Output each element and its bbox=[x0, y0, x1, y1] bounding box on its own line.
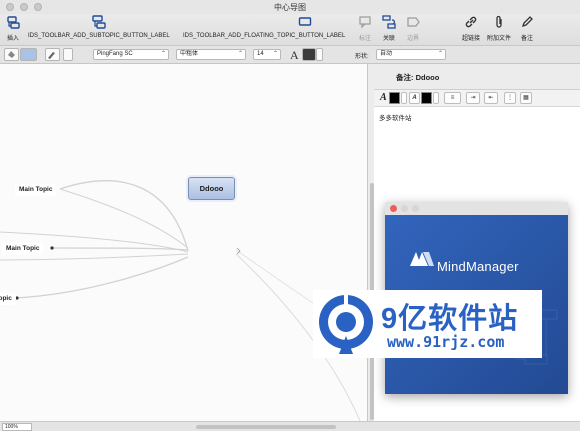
attachment-button[interactable]: 附加文件 bbox=[487, 15, 511, 42]
insert-icon bbox=[7, 16, 20, 29]
font-family-select[interactable]: PingFang SC ⌃ bbox=[93, 49, 169, 60]
notes-title: 备注: Ddooo bbox=[396, 73, 440, 82]
format-bar: PingFang SC ⌃ 中粗体 ⌃ 14 ⌃ A 形状: 自动 ⌃ bbox=[0, 46, 580, 64]
splash-minimize-button[interactable] bbox=[401, 205, 408, 212]
notes-content[interactable]: 多多软件站 bbox=[379, 112, 412, 122]
hyperlink-button[interactable]: 超链接 bbox=[462, 15, 480, 42]
add-floating-topic-button[interactable]: IDS_TOOLBAR_ADD_FLOATING_TOPIC_BUTTON_LA… bbox=[183, 15, 345, 39]
connector-lines bbox=[0, 180, 367, 421]
font-size-value: 14 bbox=[257, 51, 264, 57]
chevron-down-icon: ⌃ bbox=[437, 51, 443, 57]
status-bar: 100% bbox=[0, 421, 580, 431]
zoom-value: 100% bbox=[5, 424, 18, 430]
table-icon[interactable]: ▦ bbox=[520, 92, 532, 104]
notes-button[interactable]: 备注 bbox=[520, 15, 534, 42]
chevron-down-icon: ⌃ bbox=[237, 51, 243, 57]
add-subtopic-label: IDS_TOOLBAR_ADD_SUBTOPIC_BUTTON_LABEL bbox=[28, 33, 170, 39]
relationship-icon bbox=[382, 15, 396, 29]
highlight-icon[interactable]: A bbox=[409, 92, 420, 104]
notes-format-toolbar: A A ≡ ⇥ ⇤ ⋮ ▦ bbox=[374, 90, 580, 107]
add-subtopic-icon bbox=[92, 15, 106, 29]
font-family-value: PingFang SC bbox=[97, 51, 133, 57]
outdent-icon[interactable]: ⇤ bbox=[484, 92, 498, 104]
relationship-button[interactable]: 关联 bbox=[382, 15, 396, 42]
link-icon bbox=[465, 16, 477, 28]
floating-topic-icon bbox=[298, 17, 312, 26]
line-color-button[interactable] bbox=[45, 48, 60, 61]
shape-label: 形状: bbox=[355, 54, 369, 60]
indent-icon[interactable]: ⇥ bbox=[466, 92, 480, 104]
boundary-button[interactable]: 边界 bbox=[406, 15, 420, 42]
hyperlink-label: 超链接 bbox=[462, 36, 481, 42]
horizontal-scroll-thumb[interactable] bbox=[196, 425, 336, 429]
topic-3[interactable]: Topic bbox=[0, 293, 16, 305]
bullet-list-icon[interactable]: ⋮ bbox=[504, 92, 516, 104]
zoom-select[interactable]: 100% bbox=[2, 423, 32, 431]
boundary-icon bbox=[407, 17, 420, 27]
text-color-icon[interactable]: A bbox=[290, 48, 299, 63]
notes-label: 备注 bbox=[520, 36, 533, 42]
align-left-icon[interactable]: ≡ bbox=[444, 92, 461, 104]
attachment-label: 附加文件 bbox=[487, 36, 512, 42]
shape-select[interactable]: 自动 ⌃ bbox=[376, 49, 446, 60]
callout-label: 标注 bbox=[358, 36, 371, 42]
watermark-url: www.91rjz.com bbox=[387, 333, 505, 351]
notes-highlight-dropdown[interactable] bbox=[433, 92, 439, 104]
notes-header: 备注: Ddooo bbox=[374, 64, 580, 90]
insert-button[interactable]: 插入 bbox=[6, 15, 20, 42]
line-style-dropdown[interactable] bbox=[63, 48, 73, 61]
splash-zoom-button[interactable] bbox=[412, 205, 419, 212]
shape-value: 自动 bbox=[380, 51, 393, 57]
fill-bucket-button[interactable] bbox=[4, 48, 19, 61]
notes-highlight-color-picker[interactable] bbox=[421, 92, 432, 104]
insert-label: 插入 bbox=[6, 36, 19, 42]
callout-button[interactable]: 标注 bbox=[358, 15, 372, 42]
chevron-down-icon: ⌃ bbox=[160, 51, 166, 57]
product-name: MindManager bbox=[437, 259, 519, 274]
title-bar: 中心导图 bbox=[0, 0, 580, 14]
splash-close-button[interactable] bbox=[390, 205, 397, 212]
add-floating-topic-label: IDS_TOOLBAR_ADD_FLOATING_TOPIC_BUTTON_LA… bbox=[183, 33, 346, 39]
window-title: 中心导图 bbox=[274, 3, 306, 12]
callout-icon bbox=[359, 16, 371, 29]
watermark-site-name: 9亿软件站 bbox=[381, 303, 519, 335]
notes-text-color-dropdown[interactable] bbox=[401, 92, 407, 104]
main-topic-1[interactable]: Main Topic bbox=[15, 184, 57, 196]
add-subtopic-button[interactable]: IDS_TOOLBAR_ADD_SUBTOPIC_BUTTON_LABEL bbox=[28, 15, 170, 39]
splash-title-bar bbox=[385, 202, 568, 215]
notes-text-color-picker[interactable] bbox=[389, 92, 400, 104]
relationship-label: 关联 bbox=[382, 36, 395, 42]
pen-line-icon bbox=[48, 52, 55, 59]
main-toolbar: 插入 IDS_TOOLBAR_ADD_SUBTOPIC_BUTTON_LABEL… bbox=[0, 14, 580, 46]
font-weight-select[interactable]: 中粗体 ⌃ bbox=[176, 49, 246, 60]
boundary-label: 边界 bbox=[406, 36, 419, 42]
fill-color-picker[interactable] bbox=[20, 48, 37, 61]
fill-bucket-icon bbox=[8, 51, 15, 58]
central-topic[interactable]: Ddooo bbox=[188, 177, 235, 200]
watermark-logo-icon bbox=[319, 294, 373, 354]
site-watermark: 9亿软件站 www.91rjz.com bbox=[313, 290, 542, 358]
chevron-down-icon: ⌃ bbox=[272, 51, 278, 57]
main-topic-2[interactable]: Main Topic bbox=[2, 243, 44, 255]
map-canvas[interactable]: Main Topic Main Topic Topic Ddooo bbox=[0, 64, 368, 421]
text-color-icon[interactable]: A bbox=[380, 92, 387, 103]
font-size-select[interactable]: 14 ⌃ bbox=[253, 49, 281, 60]
mindmanager-logo-icon bbox=[410, 252, 434, 266]
font-weight-value: 中粗体 bbox=[180, 51, 199, 57]
text-color-dropdown[interactable] bbox=[316, 48, 323, 61]
text-color-picker[interactable] bbox=[302, 48, 316, 61]
paperclip-icon bbox=[496, 15, 502, 28]
pencil-icon bbox=[521, 16, 533, 28]
